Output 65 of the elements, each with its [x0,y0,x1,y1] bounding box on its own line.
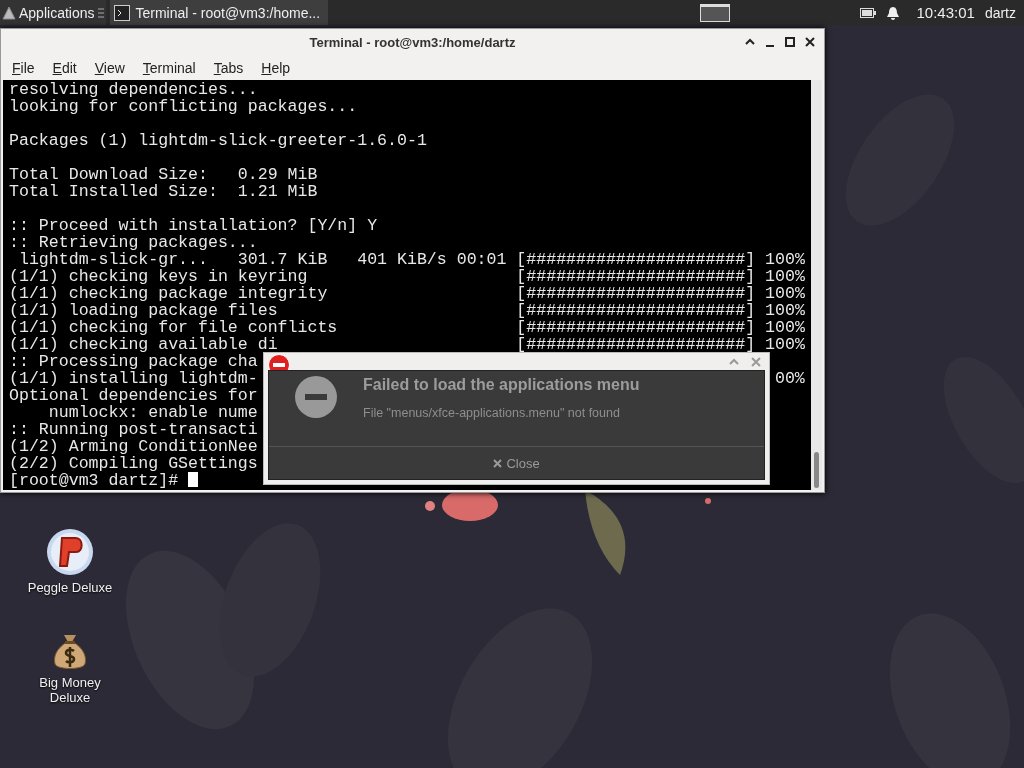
progress-bar-text: [######################] [516,251,756,268]
user-name[interactable]: dartz [984,4,1016,21]
terminal-line: (1/1) checking available di [9,336,278,353]
progress-bar-text: [######################] [516,268,756,285]
progress-bar-text: [######################] [516,285,756,302]
close-button[interactable]: Close [269,446,764,479]
terminal-line: Total Download Size: 0.29 MiB [9,166,318,183]
terminal-line: :: Proceed with installation? [Y/n] Y [9,217,378,234]
scrollbar[interactable] [811,80,822,490]
battery-icon [860,7,877,18]
menu-item[interactable]: View [83,59,132,76]
terminal-line: (1/1) checking for file conflicts [9,319,338,336]
terminal-line: :: Running post-transacti [9,421,258,438]
percent-text: 100% [765,319,805,336]
percent-text: 100% [765,302,805,319]
maximize-icon[interactable] [784,36,796,48]
terminal-icon [113,4,130,21]
notification-message: File "menus/xfce-applications.menu" not found [363,406,621,420]
money-bag-icon [52,633,88,671]
blocked-icon [295,376,337,418]
percent-text: 100% [765,285,805,302]
percent-text: 00% [774,370,805,387]
progress-bar-text: [######################] [516,302,756,319]
progress-bar-text: [######################] [516,336,756,353]
terminal-line: Total Installed Size: 1.21 MiB [9,183,318,200]
terminal-line: (1/1) installing lightdm- [9,370,258,387]
triangle-icon [2,5,16,20]
shell-prompt: [root@vm3 dartz]# [9,471,179,490]
workspace-switcher[interactable] [700,3,731,22]
desktop-icon-label[interactable]: Peggle Deluxe [20,580,120,595]
percent-text: 100% [765,268,805,285]
clock[interactable]: 10:43:01 [916,4,975,21]
percent-text: 100% [765,336,805,353]
desktop-icon-label[interactable]: Big Money Deluxe [20,675,120,705]
menu-item[interactable]: Edit [41,59,84,76]
menu-item[interactable]: Tabs [202,59,251,76]
terminal-line: (1/2) Arming ConditionNee [9,438,258,455]
percent-text: 100% [765,251,805,268]
menu-item[interactable]: Help [250,59,298,76]
terminal-line: resolving dependencies... [9,81,258,98]
terminal-line: :: Retrieving packages... [9,234,258,251]
notification-title: Failed to load the applications menu [363,376,640,394]
terminal-line: :: Processing package cha [9,353,258,370]
terminal-line: (2/2) Compiling GSettings [9,455,258,472]
terminal-line: numlockx: enable nume [47,404,258,421]
terminal-line: (1/1) loading package files [9,302,278,319]
ball-icon [46,528,94,576]
menu-item[interactable]: File [1,59,42,76]
applications-menu-button[interactable]: Applications [0,0,106,25]
window-title: Terminal - root@vm3:/home/dartz [308,34,517,50]
taskbar-button[interactable]: Terminal - root@vm3:/home... [109,0,329,25]
scrollbar-thumb[interactable] [814,452,819,488]
terminal-line: (1/1) checking package integrity [9,285,328,302]
bell-icon[interactable] [886,5,901,20]
menu-icon [97,6,104,19]
terminal-line: Packages (1) lightdm-slick-greeter-1.6.0-1 [9,132,427,149]
menu-item[interactable]: Terminal [131,59,203,76]
progress-bar-text: [######################] [516,319,756,336]
close-icon[interactable] [804,36,816,48]
text-cursor [188,472,199,487]
terminal-line: lightdm-slick-gr... 301.7 KiB 401 KiB/s 00:01 [17,251,507,268]
close-icon [493,458,503,468]
terminal-line: looking for conflicting packages... [9,98,358,115]
terminal-line: Optional dependencies for [9,387,258,404]
terminal-line: (1/1) checking keys in keyring [9,268,308,285]
